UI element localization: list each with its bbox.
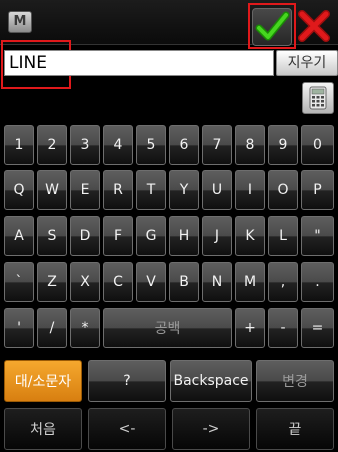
key-equals[interactable]: = [301,308,334,348]
key-r[interactable]: R [103,170,133,210]
key-a[interactable]: A [4,216,34,256]
calculator-button[interactable] [302,82,334,114]
key-v[interactable]: V [136,262,166,302]
key-o[interactable]: O [268,170,298,210]
cursor-left-key[interactable]: <- [88,408,166,450]
key-b[interactable]: B [169,262,199,302]
close-x-icon [298,10,330,42]
key-f[interactable]: F [103,216,133,256]
key-8[interactable]: 8 [235,125,265,165]
key-period[interactable]: . [301,262,334,302]
key-e[interactable]: E [70,170,100,210]
command-input[interactable] [5,51,273,75]
key-5[interactable]: 5 [136,125,166,165]
cursor-right-key[interactable]: -> [172,408,250,450]
key-k[interactable]: K [235,216,265,256]
end-key[interactable]: 끝 [256,408,334,450]
key-h[interactable]: H [169,216,199,256]
key-t[interactable]: T [136,170,166,210]
key-slash[interactable]: / [37,308,67,348]
key-w[interactable]: W [37,170,67,210]
key-c[interactable]: C [103,262,133,302]
key-p[interactable]: P [301,170,334,210]
ok-button[interactable] [252,8,292,46]
key-6[interactable]: 6 [169,125,199,165]
key-u[interactable]: U [202,170,232,210]
key-1[interactable]: 1 [4,125,34,165]
text-input-container [4,50,274,76]
key-9[interactable]: 9 [268,125,298,165]
backspace-key[interactable]: Backspace [170,360,252,402]
calculator-icon [309,86,327,110]
case-toggle-key[interactable]: 대/소문자 [4,360,82,402]
key-2[interactable]: 2 [37,125,67,165]
clear-button[interactable]: 지우기 [276,50,338,76]
key-l[interactable]: L [268,216,298,256]
key-m[interactable]: M [235,262,265,302]
top-toolbar: M [0,0,338,46]
key-q[interactable]: Q [4,170,34,210]
key-question[interactable]: ? [88,360,166,402]
menu-button[interactable]: M [8,11,32,33]
checkmark-icon [255,11,290,41]
change-key[interactable]: 변경 [256,360,334,402]
key-s[interactable]: S [37,216,67,256]
key-y[interactable]: Y [169,170,199,210]
key-comma[interactable]: , [268,262,298,302]
space-key[interactable]: 공백 [103,308,232,348]
key-double-quote[interactable]: " [301,216,334,256]
key-plus[interactable]: + [235,308,265,348]
key-x[interactable]: X [70,262,100,302]
key-n[interactable]: N [202,262,232,302]
key-apostrophe[interactable]: ' [4,308,34,348]
key-backtick[interactable]: ` [4,262,34,302]
key-minus[interactable]: - [268,308,298,348]
key-j[interactable]: J [202,216,232,256]
home-key[interactable]: 처음 [4,408,82,450]
key-z[interactable]: Z [37,262,67,302]
cancel-button[interactable] [296,8,332,44]
key-asterisk[interactable]: * [70,308,100,348]
key-d[interactable]: D [70,216,100,256]
key-4[interactable]: 4 [103,125,133,165]
key-i[interactable]: I [235,170,265,210]
key-0[interactable]: 0 [301,125,334,165]
key-3[interactable]: 3 [70,125,100,165]
key-g[interactable]: G [136,216,166,256]
key-7[interactable]: 7 [202,125,232,165]
